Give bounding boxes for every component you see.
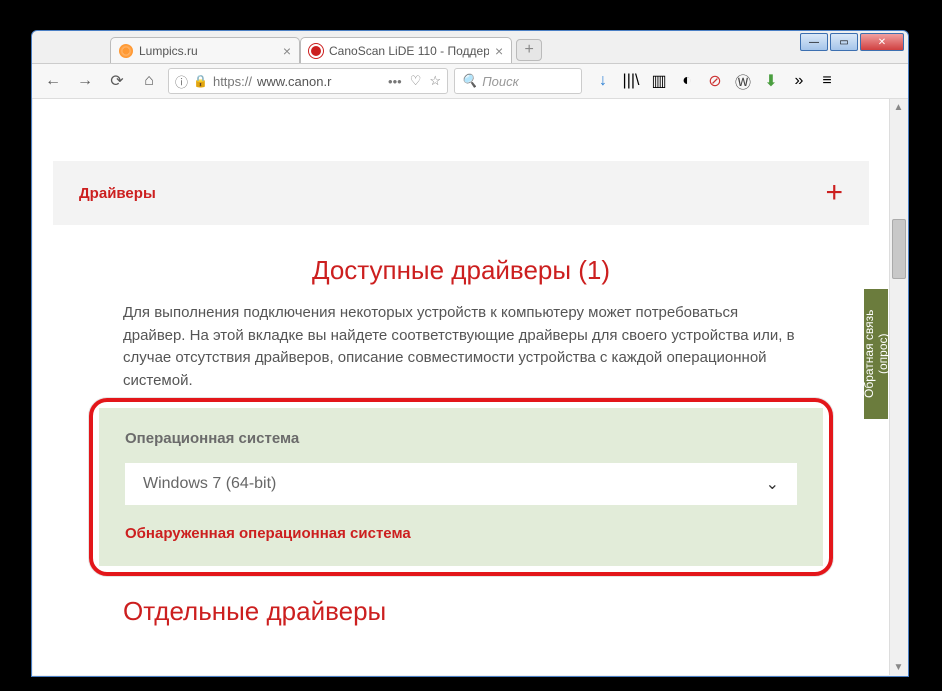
menu-icon[interactable]: ≡: [818, 72, 836, 90]
search-placeholder: Поиск: [482, 74, 519, 89]
sidebar-icon[interactable]: ▥: [650, 72, 668, 90]
close-button[interactable]: ✕: [860, 33, 904, 51]
chevron-down-icon: ⌄: [766, 474, 779, 494]
favicon-icon: [309, 44, 323, 58]
close-tab-icon[interactable]: ×: [495, 43, 503, 59]
drivers-accordion-header[interactable]: Драйверы +: [53, 161, 869, 225]
url-actions: ••• ♡ ☆: [388, 73, 441, 89]
home-button[interactable]: ⌂: [136, 68, 162, 94]
maximize-button[interactable]: ▭: [830, 33, 858, 51]
separate-drivers-heading: Отдельные драйверы: [123, 596, 889, 627]
bookmark-star-icon[interactable]: ☆: [429, 73, 441, 89]
os-select-dropdown[interactable]: Windows 7 (64-bit) ⌄: [125, 463, 797, 505]
tab-title: Lumpics.ru: [139, 44, 198, 58]
download-icon[interactable]: ↓: [594, 72, 612, 90]
url-prefix: https://: [213, 74, 252, 89]
window-controls: — ▭ ✕: [800, 33, 904, 51]
expand-plus-icon: +: [825, 176, 843, 210]
save-pocket-icon[interactable]: ♡: [410, 73, 422, 89]
browser-toolbar: ← → ⟳ ⌂ ⓘ 🔒 https://www.canon.r ••• ♡ ☆ …: [32, 63, 908, 99]
back-button[interactable]: ←: [40, 68, 66, 94]
search-icon: 🔍: [461, 73, 477, 89]
forward-button[interactable]: →: [72, 68, 98, 94]
reload-button[interactable]: ⟳: [104, 68, 130, 94]
scrollbar-thumb[interactable]: [892, 219, 906, 279]
blocker-icon[interactable]: ⊘: [706, 72, 724, 90]
tab-title: CanoScan LiDE 110 - Поддержк: [329, 44, 489, 58]
new-tab-button[interactable]: +: [516, 39, 542, 61]
url-host: www.canon.r: [257, 74, 331, 89]
browser-tab-lumpics[interactable]: Lumpics.ru ×: [110, 37, 300, 63]
highlight-box: Операционная система Windows 7 (64-bit) …: [89, 398, 833, 576]
lock-icon: 🔒: [193, 74, 208, 88]
tab-strip: Lumpics.ru × CanoScan LiDE 110 - Поддерж…: [110, 37, 542, 63]
favicon-icon: [119, 44, 133, 58]
library-icon[interactable]: |||\: [622, 72, 640, 90]
browser-tab-canon[interactable]: CanoScan LiDE 110 - Поддержк ×: [300, 37, 512, 63]
available-drivers-heading: Доступные драйверы (1): [33, 255, 889, 286]
overflow-icon[interactable]: »: [790, 72, 808, 90]
info-icon[interactable]: ⓘ: [175, 72, 188, 91]
os-selector-panel: Операционная система Windows 7 (64-bit) …: [99, 408, 823, 566]
page-actions-icon[interactable]: •••: [388, 74, 402, 89]
containers-icon[interactable]: ◐: [678, 72, 696, 90]
scroll-down-icon[interactable]: ▼: [890, 659, 907, 675]
url-bar[interactable]: ⓘ 🔒 https:// www.canon.r ••• ♡ ☆: [168, 68, 448, 94]
download2-icon[interactable]: ⬇: [762, 72, 780, 90]
drivers-description: Для выполнения подключения некоторых уст…: [123, 302, 799, 392]
vertical-scrollbar[interactable]: ▲ ▼: [889, 99, 907, 675]
drivers-label: Драйверы: [79, 185, 156, 202]
detected-os-label: Обнаруженная операционная система: [125, 525, 797, 542]
minimize-button[interactable]: —: [800, 33, 828, 51]
toolbar-icons: ↓ |||\ ▥ ◐ ⊘ Ⓦ ⬇ » ≡: [594, 72, 836, 90]
scroll-up-icon[interactable]: ▲: [890, 99, 907, 115]
wallet-icon[interactable]: Ⓦ: [734, 72, 752, 90]
os-selected-value: Windows 7 (64-bit): [143, 475, 276, 493]
os-label: Операционная система: [125, 430, 797, 447]
search-bar[interactable]: 🔍 Поиск: [454, 68, 582, 94]
close-tab-icon[interactable]: ×: [283, 43, 291, 59]
feedback-tab[interactable]: Обратная связь (опрос): [864, 289, 888, 419]
page-content: Драйверы + Доступные драйверы (1) Для вы…: [33, 99, 889, 675]
browser-window: — ▭ ✕ Lumpics.ru × CanoScan LiDE 110 - П…: [31, 30, 909, 677]
